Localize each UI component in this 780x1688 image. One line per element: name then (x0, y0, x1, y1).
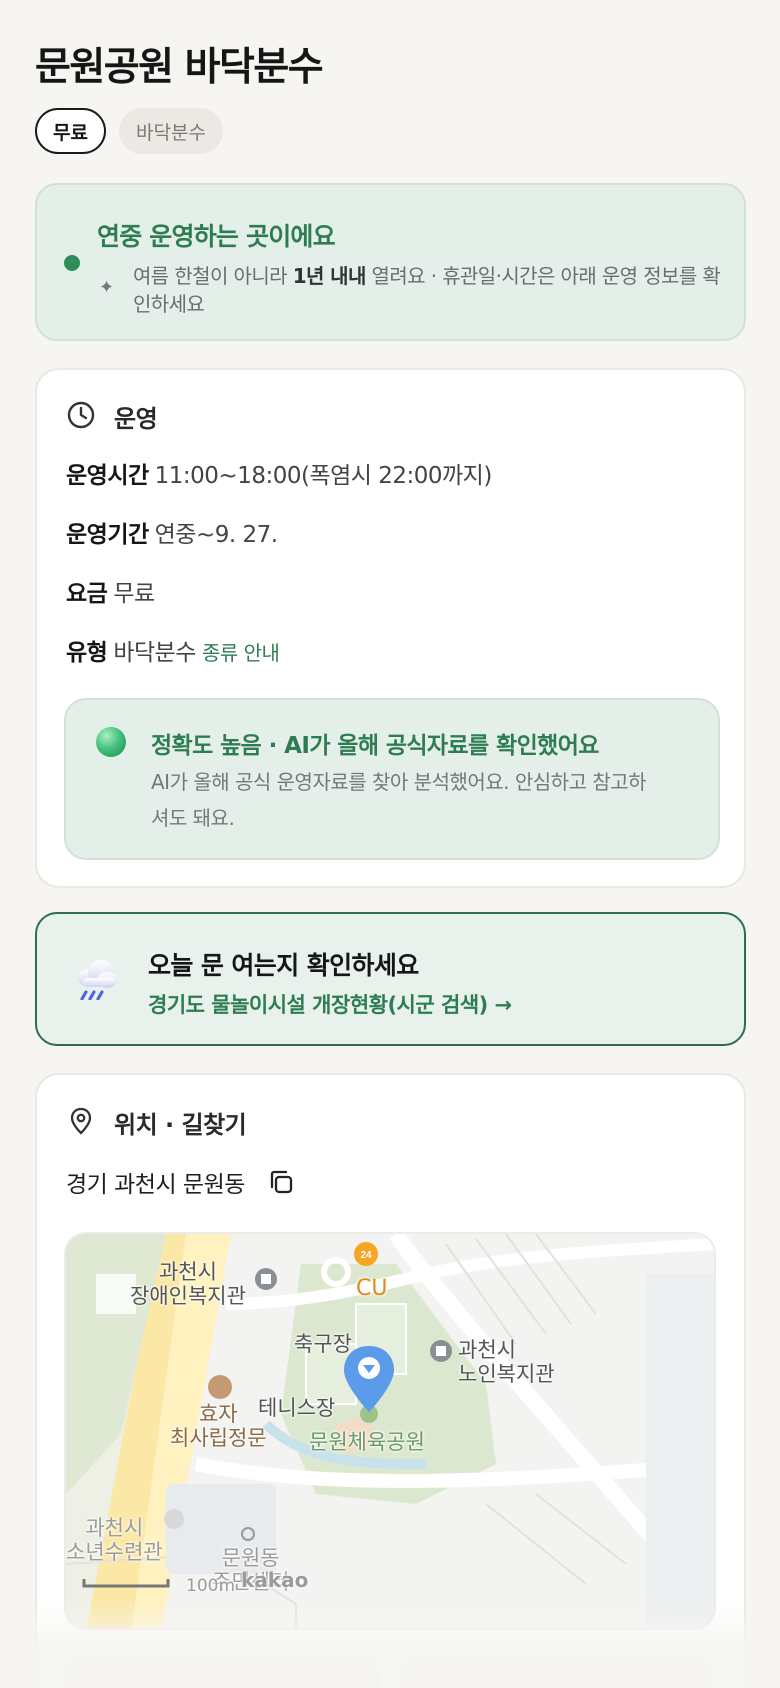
rain-cloud-icon (73, 956, 119, 1004)
address: 경기 과천시 문원동 (66, 1165, 295, 1199)
map-label-disabled-center: 과천시 장애인복지관 (130, 1260, 246, 1308)
operation-card: 운영 운영시간 11:00~18:00(폭염시 22:00까지) 운영기간 연중~9… (35, 368, 746, 888)
bottom-fade (0, 1600, 780, 1688)
page-title: 문원공원 바닥분수 (35, 45, 324, 90)
type-chip[interactable]: 바닥분수 (119, 108, 223, 154)
accuracy-title: 정확도 높음 · AI가 올해 공식자료를 확인했어요 (151, 733, 599, 759)
map-label-park: 문원체육공원 (309, 1430, 425, 1454)
hours-row: 운영시간 11:00~18:00(폭염시 22:00까지) (66, 463, 492, 489)
period-row: 운영기간 연중~9. 27. (66, 522, 278, 548)
banner-title: 연중 운영하는 곳이에요 (97, 222, 336, 251)
location-map[interactable]: 24 과천시 장애인복지관 CU 축구장 과천시 노인복지관 효자 최사립정문 … (64, 1232, 716, 1630)
accuracy-box: 정확도 높음 · AI가 올해 공식자료를 확인했어요 AI가 올해 공식 운영… (64, 698, 720, 860)
operation-header: 운영 (66, 399, 158, 434)
location-card: 위치 · 길찾기 경기 과천시 문원동 24 과천시 장애인복지관 CU 축구장… (35, 1073, 746, 1688)
today-open-card[interactable]: 오늘 문 여는지 확인하세요 경기도 물놀이시설 개장현황(시군 검색) → (35, 912, 746, 1046)
operation-header-label: 운영 (114, 405, 158, 433)
map-label-hyoja: 효자 최사립정문 (170, 1402, 267, 1450)
gyeonggi-status-link[interactable]: 경기도 물놀이시설 개장현황(시군 검색) → (148, 989, 512, 1019)
location-header-label: 위치 · 길찾기 (114, 1111, 247, 1139)
address-text: 경기 과천시 문원동 (66, 1172, 245, 1198)
fee-row: 요금 무료 (66, 581, 155, 607)
map-scale-label: 100m (186, 1576, 236, 1596)
type-row: 유형 바닥분수 종류 안내 (66, 640, 280, 666)
type-guide-link[interactable]: 종류 안내 (202, 641, 280, 665)
map-label-senior-center: 과천시 노인복지관 (458, 1338, 555, 1386)
location-pin-icon (66, 1106, 96, 1140)
today-title: 오늘 문 여는지 확인하세요 (148, 951, 419, 980)
sparkle-icon: ✦ (99, 277, 115, 298)
copy-icon[interactable] (267, 1168, 295, 1196)
location-header: 위치 · 길찾기 (66, 1105, 247, 1140)
accuracy-orb-icon (96, 727, 126, 757)
cu-24-badge: 24 (360, 1250, 372, 1261)
map-label-tennis: 테니스장 (258, 1396, 336, 1420)
kakao-logo: kakao (241, 1568, 309, 1592)
banner-desc: 여름 한철이 아니라 1년 내내 열려요 · 휴관일·시간은 아래 운영 정보를… (133, 264, 721, 316)
accuracy-desc: AI가 올해 공식 운영자료를 찾아 분석했어요. 안심하고 참고하셔도 돼요. (151, 770, 647, 830)
status-dot-icon (64, 255, 80, 271)
map-label-cu: CU (356, 1276, 388, 1301)
map-label-soccer: 축구장 (294, 1332, 352, 1356)
map-label-youth: 과천시 소년수련관 (66, 1516, 163, 1564)
price-chip[interactable]: 무료 (35, 108, 106, 154)
year-round-banner: 연중 운영하는 곳이에요 ✦ 여름 한철이 아니라 1년 내내 열려요 · 휴관… (35, 183, 746, 341)
clock-icon (66, 400, 96, 434)
